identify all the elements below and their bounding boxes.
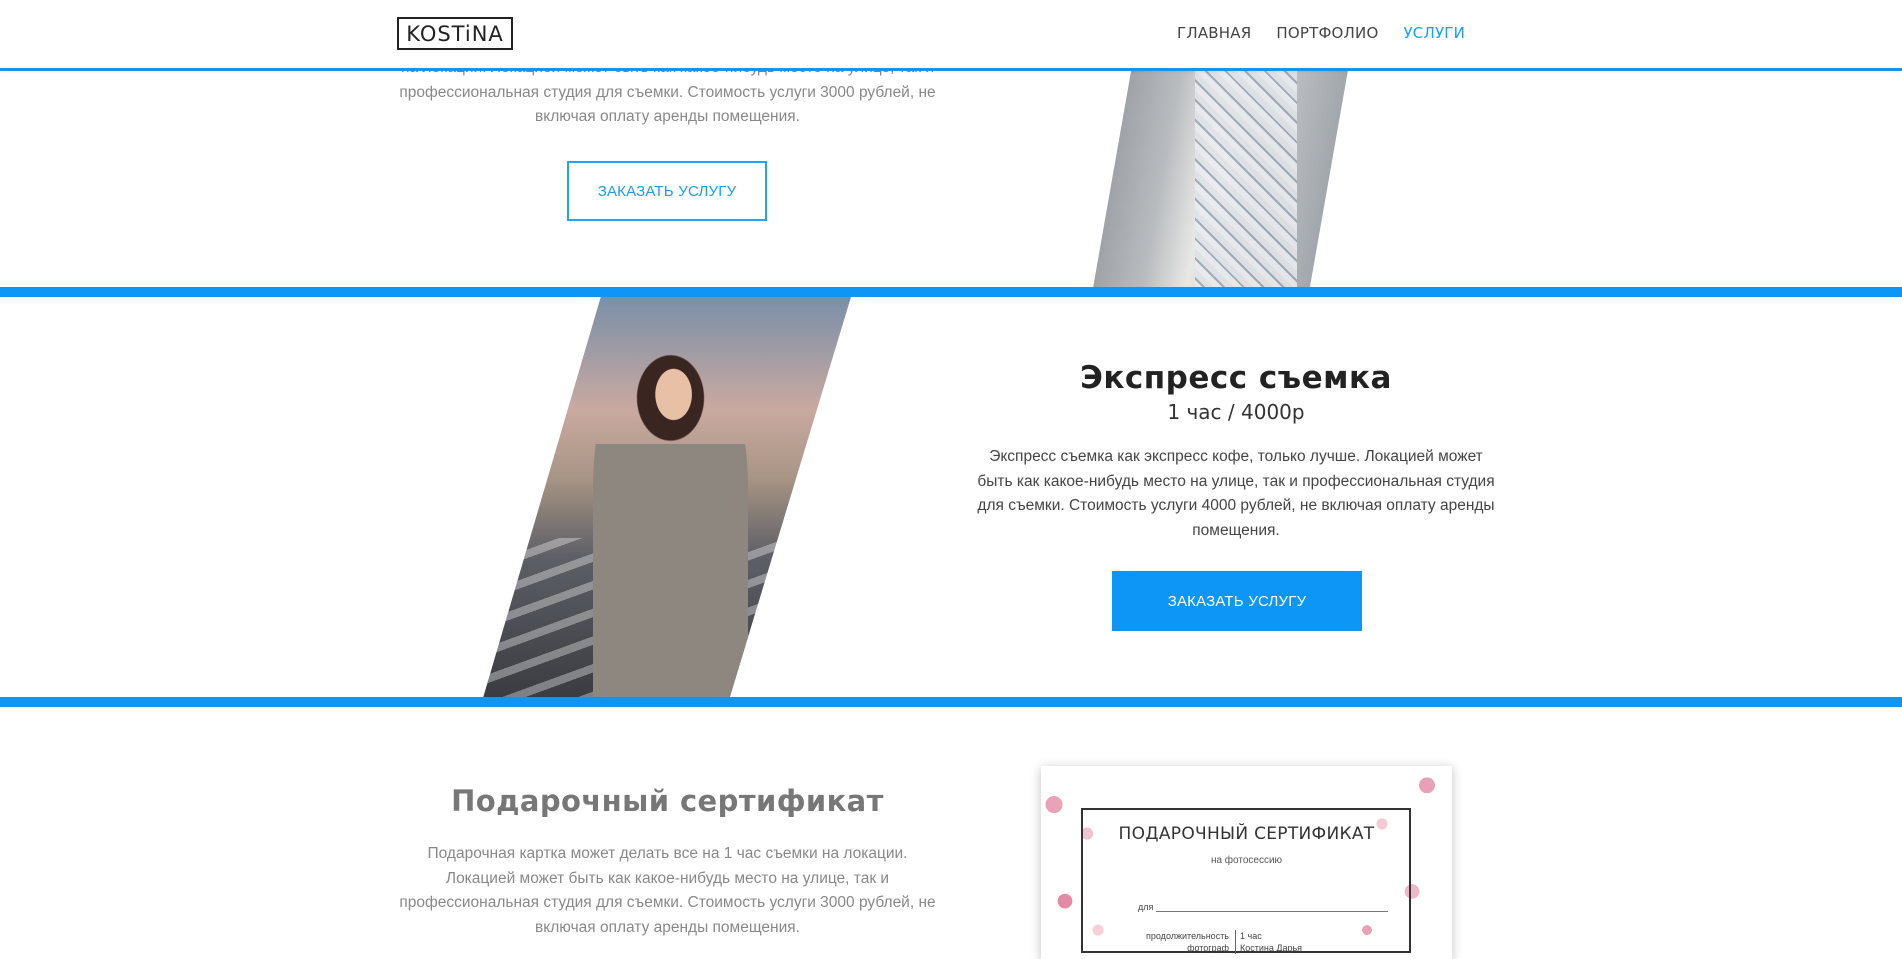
dress-pattern: [1195, 70, 1297, 288]
certificate-duration-value: 1 час: [1240, 931, 1262, 941]
order-service-button[interactable]: ЗАКАЗАТЬ УСЛУГУ: [567, 161, 767, 221]
certificate-subtitle: на фотосессию: [1210, 855, 1283, 866]
certificate-for-line: для: [1138, 902, 1388, 912]
site-header: KOSTiNA ГЛАВНАЯ ПОРТФОЛИО УСЛУГИ: [0, 0, 1902, 71]
nav-services[interactable]: УСЛУГИ: [1403, 24, 1465, 42]
certificate-duration-label: продолжительность: [1141, 930, 1236, 942]
divider-band: [0, 287, 1902, 297]
nav-home[interactable]: ГЛАВНАЯ: [1177, 24, 1251, 42]
gift-certificate-image: ПОДАРОЧНЫЙ СЕРТИФИКАТ на фотосессию для …: [1041, 766, 1452, 959]
divider-band: [0, 697, 1902, 707]
logo[interactable]: KOSTiNA: [397, 17, 513, 50]
order-express-button[interactable]: ЗАКАЗАТЬ УСЛУГУ: [1112, 571, 1362, 631]
main-nav: ГЛАВНАЯ ПОРТФОЛИО УСЛУГИ: [1177, 24, 1465, 42]
service-description: Экспресс съемка как экспресс кофе, тольк…: [977, 448, 1495, 539]
gift-title: Подарочный сертификат: [451, 784, 884, 818]
certificate-photographer-label: фотограф: [1141, 942, 1236, 954]
service-price: 1 час / 4000р: [1167, 400, 1305, 424]
gift-description: Подарочная картка может делать все на 1 …: [399, 845, 936, 936]
certificate-for-label: для: [1138, 902, 1154, 912]
certificate-title: ПОДАРОЧНЫЙ СЕРТИФИКАТ: [1118, 824, 1375, 844]
model-figure: [593, 345, 748, 698]
service-title: Экспресс съемка: [1080, 360, 1392, 396]
service-photo-dress: [1093, 70, 1348, 288]
service-photo-express: [483, 297, 851, 698]
certificate-photographer-value: Костина Дарья: [1240, 943, 1303, 953]
nav-portfolio[interactable]: ПОРТФОЛИО: [1276, 24, 1378, 42]
certificate-details: продолжительность 1 час фотограф Костина…: [1141, 930, 1361, 954]
